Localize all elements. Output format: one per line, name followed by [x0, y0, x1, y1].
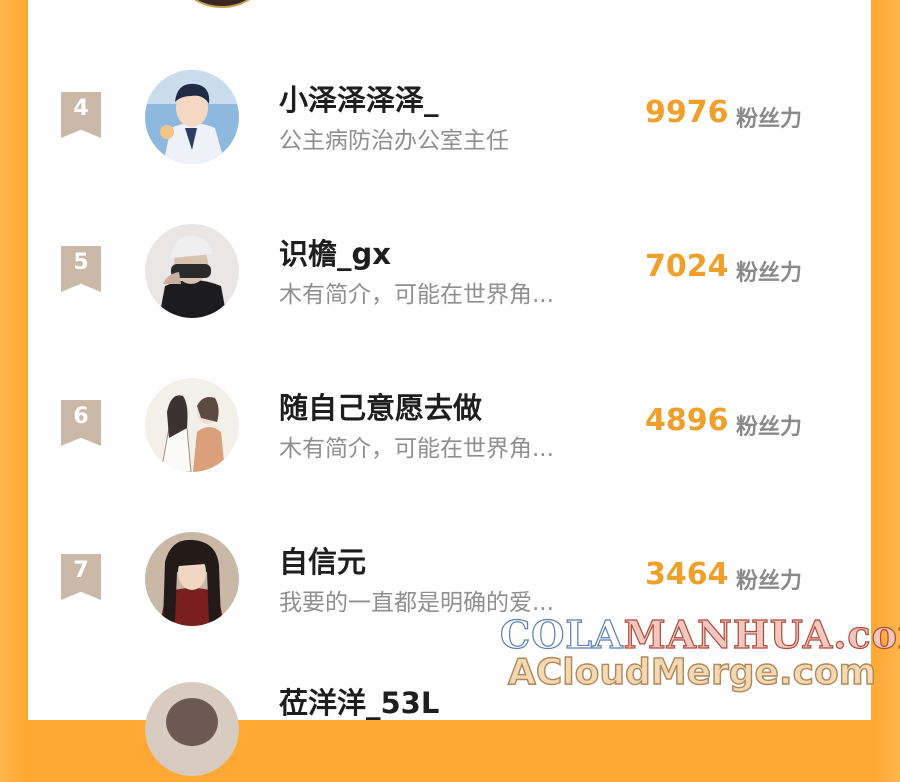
fan-power-unit: 粉丝力 — [736, 107, 803, 132]
ranking-row-8-partial[interactable]: 莅洋洋_53L — [28, 682, 871, 782]
user-bio: 木有简介，可能在世界角... — [279, 282, 554, 308]
avatar[interactable] — [145, 532, 239, 626]
user-bio: 木有简介，可能在世界角... — [279, 436, 554, 462]
user-bio: 公主病防治办公室主任 — [279, 128, 509, 154]
ranking-row-5[interactable]: 5 识檐_gx 木有简介，可能在世界角... 7024 粉丝力 — [28, 219, 871, 319]
fan-power-unit: 粉丝力 — [736, 569, 803, 594]
fan-power-score: 7024 — [645, 249, 729, 284]
user-name[interactable]: 自信元 — [279, 539, 366, 581]
user-name[interactable]: 莅洋洋_53L — [279, 680, 439, 722]
fan-power-unit: 粉丝力 — [736, 261, 803, 286]
user-name[interactable]: 识檐_gx — [279, 231, 391, 273]
avatar[interactable] — [145, 682, 239, 776]
fan-power-unit: 粉丝力 — [736, 415, 803, 440]
rank-badge: 6 — [61, 400, 101, 446]
rank-badge: 4 — [61, 92, 101, 138]
avatar[interactable] — [145, 378, 239, 472]
watermark-acloudmerge: ACloudMerge.com — [507, 651, 877, 693]
user-name[interactable]: 随自己意愿去做 — [279, 385, 482, 427]
rank-badge: 5 — [61, 246, 101, 292]
avatar[interactable] — [145, 224, 239, 318]
fan-power-score: 3464 — [645, 557, 729, 592]
ranking-row-4[interactable]: 4 小泽泽泽泽_ 公主病防治办公室主任 9976 粉丝力 — [28, 65, 871, 165]
avatar-rank-3-partial[interactable] — [178, 0, 266, 8]
watermark-colamanhua: COLAMANHUA.com — [499, 611, 900, 657]
rank-badge: 7 — [61, 554, 101, 600]
ranking-row-6[interactable]: 6 随自己意愿去做 木有简介，可能在世界角... 4896 粉丝力 — [28, 373, 871, 473]
user-name[interactable]: 小泽泽泽泽_ — [279, 77, 439, 119]
fan-power-score: 9976 — [645, 95, 729, 130]
avatar[interactable] — [145, 70, 239, 164]
fan-power-score: 4896 — [645, 403, 729, 438]
